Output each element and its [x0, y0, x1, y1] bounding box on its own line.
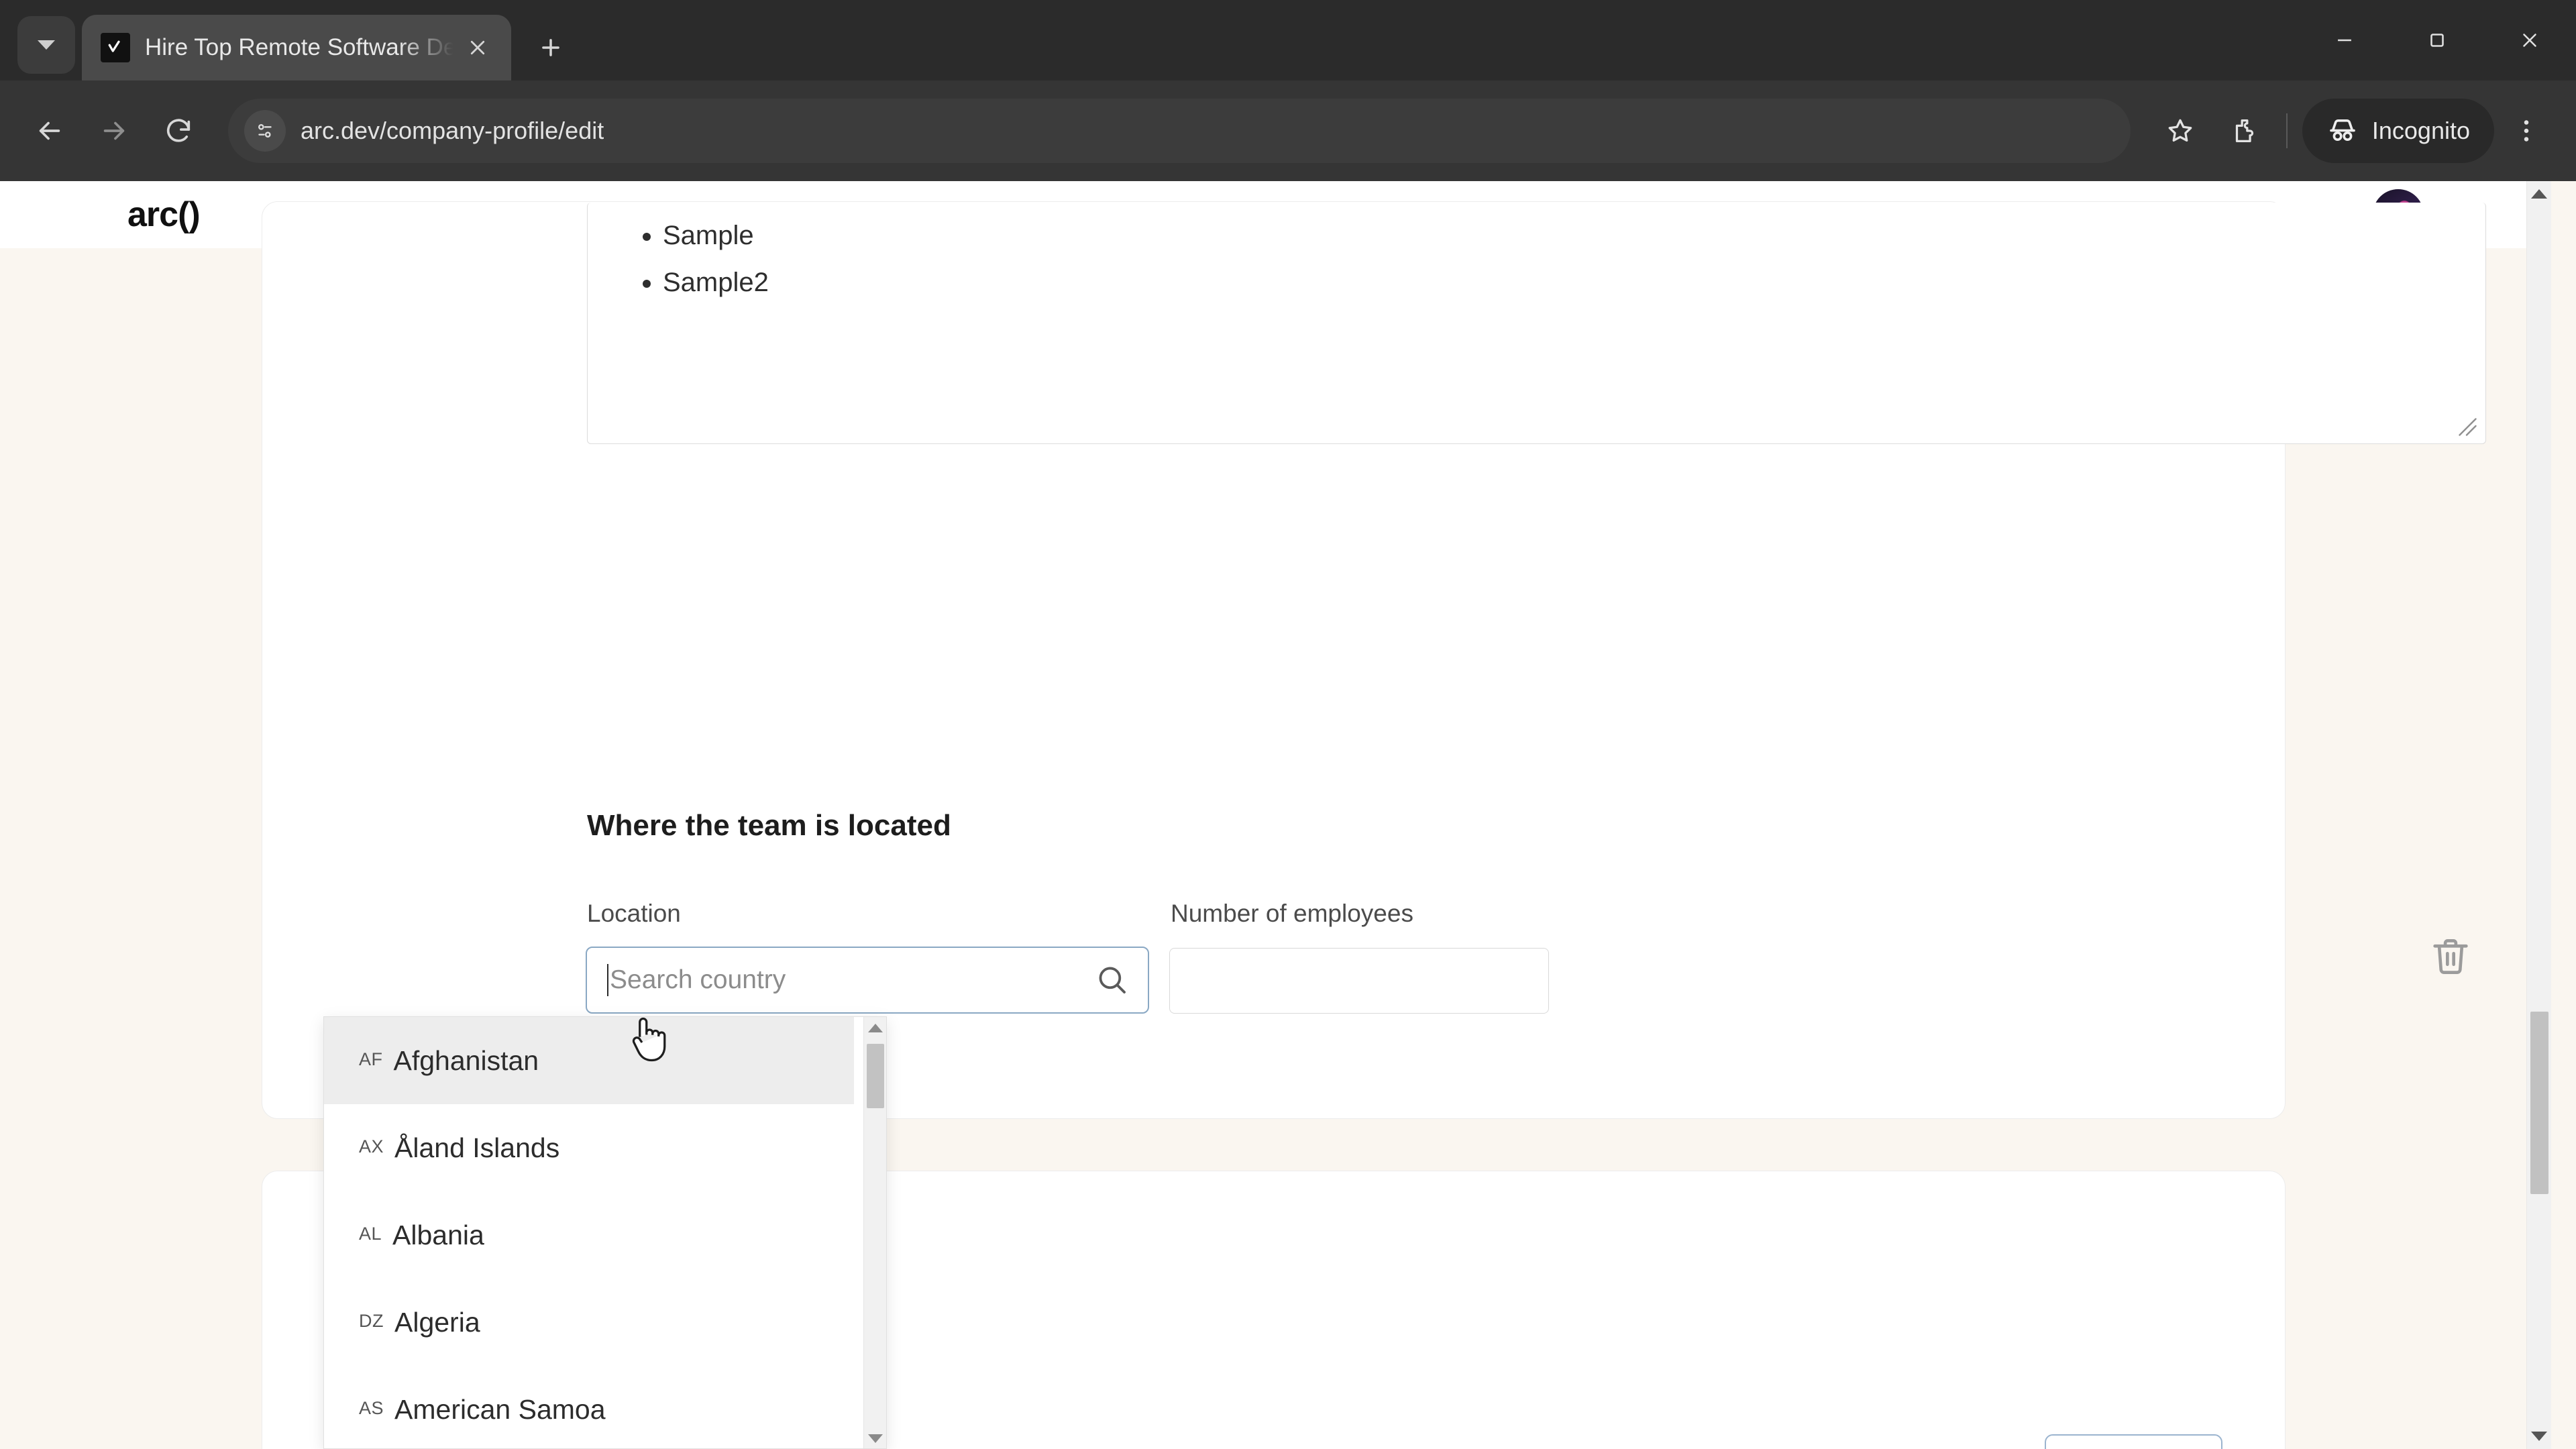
- extensions-button[interactable]: [2212, 99, 2277, 163]
- country-option[interactable]: AL Albania: [324, 1191, 854, 1279]
- toolbar-divider: [2286, 113, 2288, 148]
- delete-location-button[interactable]: [2427, 933, 2474, 980]
- bookmark-button[interactable]: [2148, 99, 2212, 163]
- puzzle-icon: [2235, 119, 2253, 142]
- arrow-right-icon: [103, 121, 125, 140]
- scroll-up-arrow-icon[interactable]: [867, 1024, 883, 1032]
- country-option[interactable]: AX Åland Islands: [324, 1104, 854, 1191]
- description-list: Sample Sample2: [588, 203, 2485, 302]
- tab-strip: Hire Top Remote Software Deve: [0, 0, 2576, 80]
- more-vertical-icon: [2524, 120, 2529, 142]
- site-logo[interactable]: arc(): [127, 195, 201, 235]
- scroll-down-arrow-icon[interactable]: [2531, 1432, 2547, 1441]
- browser-tab[interactable]: Hire Top Remote Software Deve: [82, 15, 511, 80]
- incognito-icon: [2330, 119, 2355, 141]
- tab-search-button[interactable]: [17, 16, 75, 74]
- country-name: Algeria: [394, 1306, 480, 1338]
- maximize-icon: [2430, 34, 2444, 47]
- window-close-button[interactable]: [2483, 0, 2576, 80]
- country-search-input[interactable]: Search country: [586, 947, 1149, 1014]
- list-item: Sample: [663, 216, 2485, 255]
- arrow-left-icon: [39, 121, 60, 140]
- scroll-up-arrow-icon[interactable]: [2531, 189, 2547, 199]
- company-name: Moodjoy: [892, 1444, 1052, 1449]
- country-code: DZ: [359, 1310, 384, 1331]
- country-name: Albania: [392, 1219, 484, 1250]
- page-scroll-thumb[interactable]: [2530, 1012, 2548, 1194]
- chrome-menu-button[interactable]: [2494, 99, 2559, 163]
- mouse-cursor: [632, 1017, 666, 1062]
- text-caret: [607, 964, 608, 996]
- country-code: AL: [359, 1223, 382, 1244]
- site-settings-icon[interactable]: [244, 110, 286, 152]
- browser-toolbar: arc.dev/company-profile/edit Incognito: [0, 80, 2576, 181]
- arc-favicon-icon: [101, 33, 130, 62]
- forward-button[interactable]: [82, 99, 146, 163]
- trash-icon: [2433, 939, 2468, 974]
- back-button[interactable]: [17, 99, 82, 163]
- close-icon: [2523, 34, 2536, 47]
- country-name: Afghanistan: [393, 1044, 539, 1076]
- country-option[interactable]: DZ Algeria: [324, 1279, 854, 1366]
- search-icon: [1099, 967, 1126, 994]
- chevron-down-icon: [38, 40, 55, 50]
- employees-label: Number of employees: [1171, 900, 1413, 927]
- reload-button[interactable]: [146, 99, 211, 163]
- description-textarea[interactable]: Sample Sample2: [587, 203, 2486, 444]
- dropdown-scrollbar[interactable]: [863, 1017, 886, 1448]
- country-search-placeholder: Search country: [610, 965, 786, 994]
- employees-input[interactable]: [1169, 948, 1549, 1014]
- incognito-label: Incognito: [2371, 117, 2470, 144]
- scroll-down-arrow-icon[interactable]: [867, 1434, 883, 1443]
- url-text: arc.dev/company-profile/edit: [301, 117, 604, 144]
- country-option[interactable]: AS American Samoa: [324, 1366, 854, 1448]
- close-icon[interactable]: [459, 29, 496, 66]
- country-dropdown[interactable]: AF Afghanistan AX Åland Islands AL Alban…: [323, 1016, 887, 1449]
- list-item: Sample2: [663, 263, 2485, 302]
- address-bar[interactable]: arc.dev/company-profile/edit: [228, 99, 2131, 163]
- tab-title: Hire Top Remote Software Deve: [145, 34, 453, 60]
- star-icon: [2168, 119, 2192, 142]
- resize-handle-icon[interactable]: [2455, 414, 2479, 438]
- country-code: AF: [359, 1049, 383, 1069]
- location-label: Location: [587, 900, 681, 927]
- minimize-icon: [2338, 39, 2351, 42]
- reload-icon: [166, 119, 191, 142]
- country-code: AS: [359, 1397, 384, 1418]
- browser-window: Hire Top Remote Software Deve arc.dev/co…: [0, 0, 2576, 1449]
- section-title-team-location: Where the team is located: [587, 809, 951, 842]
- page-viewport: arc() Hire full-time talent Hire freelan…: [0, 181, 2576, 1449]
- minimize-button[interactable]: [2298, 0, 2391, 80]
- plus-icon: [542, 39, 559, 56]
- page-scrollbar[interactable]: [2526, 181, 2551, 1449]
- country-name: Åland Islands: [394, 1132, 560, 1163]
- edit-company-button[interactable]: Edit: [2045, 1434, 2222, 1449]
- country-code: AX: [359, 1136, 384, 1157]
- team-card: Sample Sample2 Where the team is located…: [262, 201, 2486, 1119]
- maximize-button[interactable]: [2391, 0, 2483, 80]
- country-option[interactable]: AF Afghanistan: [324, 1017, 854, 1104]
- window-controls: [2298, 0, 2576, 80]
- new-tab-button[interactable]: [526, 23, 576, 72]
- incognito-indicator[interactable]: Incognito: [2302, 99, 2494, 163]
- page-content: arc() Hire full-time talent Hire freelan…: [0, 181, 2551, 1449]
- dropdown-scroll-thumb[interactable]: [867, 1044, 884, 1108]
- country-option-list: AF Afghanistan AX Åland Islands AL Alban…: [324, 1017, 854, 1448]
- country-name: American Samoa: [394, 1393, 606, 1425]
